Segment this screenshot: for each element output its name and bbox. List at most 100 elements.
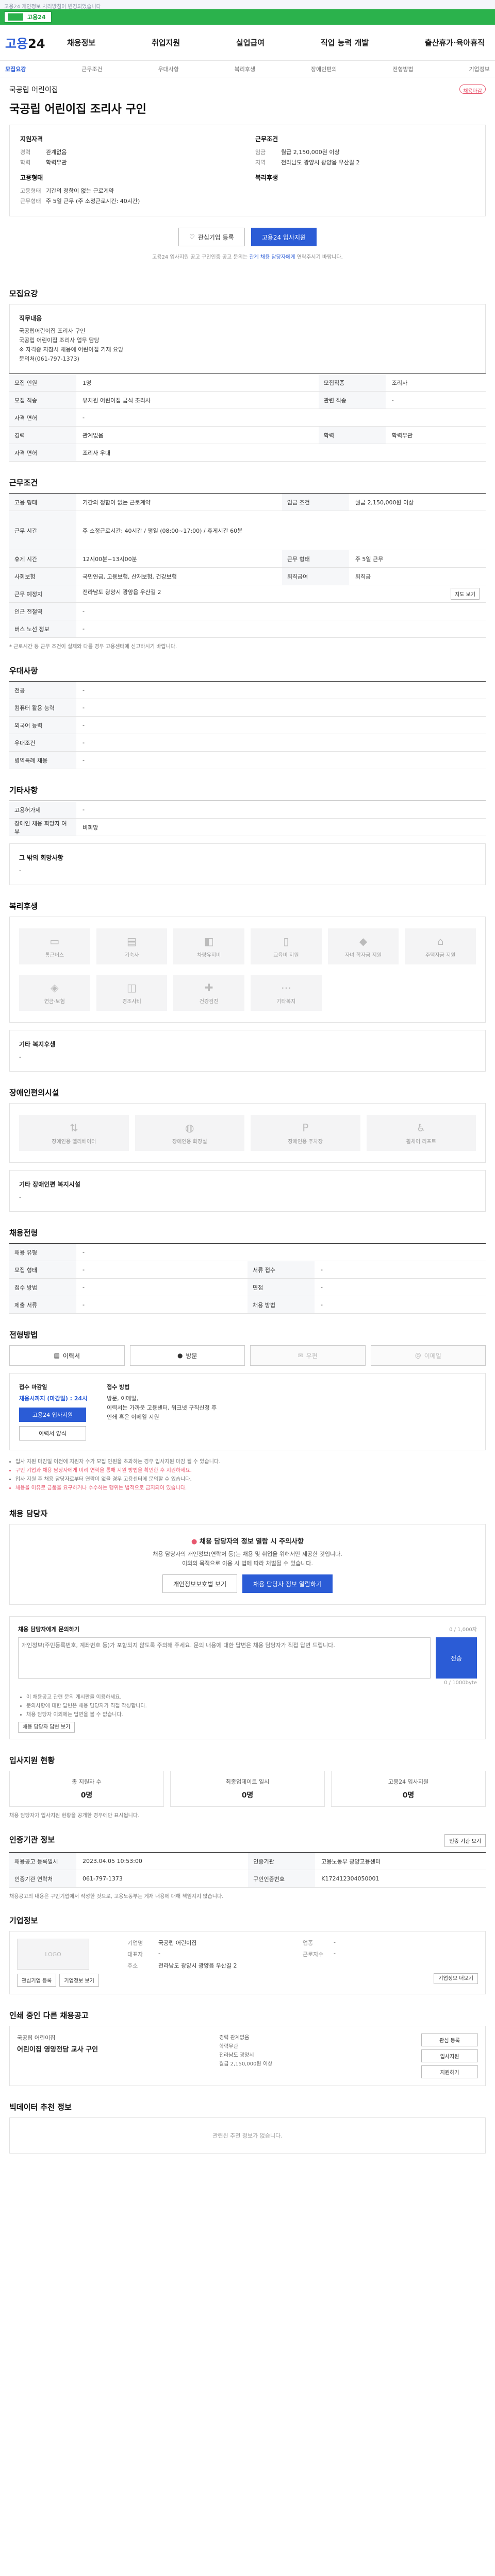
apply-button[interactable]: 고용24 입사지원 (251, 228, 317, 246)
section-title-work: 근무조건 (9, 478, 38, 487)
table-row: 제출 서류 - 채용 방법 - (9, 1296, 486, 1314)
table-key: 모집직종 (318, 374, 386, 392)
summary-right2: 복리후생 (255, 173, 475, 207)
privacy-law-button[interactable]: 개인정보보호법 보기 (162, 1574, 238, 1593)
send-button[interactable]: 전송 (436, 1637, 477, 1679)
qna-input[interactable] (18, 1637, 431, 1679)
stat-card: 고용24 입사지원 0명 (331, 1771, 486, 1807)
company-more-button[interactable]: 기업정보 더보기 (434, 1973, 478, 1984)
tab-company[interactable]: 기업정보 (469, 65, 489, 73)
gnb-item-support[interactable]: 취업지원 (146, 37, 185, 48)
method-mail: ✉ 우편 (250, 1345, 366, 1366)
method-bullets: 입사 지원 마감일 이전에 지원자 수가 모집 인원을 초과하는 경우 입사지원… (0, 1450, 495, 1493)
section-title-other: 인쇄 중인 다른 채용공고 (9, 2011, 89, 2020)
method-text: 방문, 이메일, 이력서는 가까운 고용센터, 워크넷 구직신청 후 인쇄 혹은… (107, 1395, 217, 1420)
tab-method[interactable]: 전형방법 (392, 65, 413, 73)
disabled-label: 휠체어 리프트 (406, 1139, 436, 1145)
tab-welfare[interactable]: 복리후생 (235, 65, 255, 73)
gnb-item-benefit[interactable]: 실업급여 (231, 37, 270, 48)
company-key: 근로자수 (303, 1951, 324, 1958)
tab-work[interactable]: 근무조건 (81, 65, 102, 73)
method-visit[interactable]: ● 방문 (129, 1345, 245, 1366)
table-key: 퇴직급여 (282, 567, 349, 585)
table-key: 면접 (248, 1278, 315, 1296)
qna-more-button[interactable]: 채용 담당자 답변 보기 (18, 1722, 75, 1733)
summary-value: 주 5일 근무 (주 소정근로시간: 40시간) (46, 198, 140, 205)
apply-online-button[interactable]: 고용24 입사지원 (19, 1408, 86, 1422)
table-value: - (315, 1278, 486, 1296)
table-key: 근무 시간 (9, 511, 76, 550)
other-job-card[interactable]: 국공립 어린이집 어린이집 영양전담 교사 구인 경력 관계없음 학력무관 전라… (9, 2026, 486, 2086)
meta-item: 월급 2,150,000원 이상 (219, 2061, 273, 2067)
summary-row: 지역 전라남도 광양시 광양읍 우산길 2 (255, 158, 475, 168)
duty-line: 국공립어린이집 조리사 구인 (19, 328, 86, 334)
qna-box: 채용 담당자에게 문의하기0 / 1,000자 전송 0 / 1000byte … (9, 1616, 486, 1739)
other-job-title[interactable]: 어린이집 영양전담 교사 구인 (17, 2044, 214, 2054)
gnb-item-jobs[interactable]: 채용정보 (62, 37, 101, 48)
other-interest-button[interactable]: 관심 등록 (421, 2033, 478, 2046)
map-button[interactable]: 지도 보기 (451, 588, 480, 600)
etc-box: 그 밖의 회망사항 - (9, 843, 486, 885)
table-value: 조리사 우대 (76, 444, 486, 462)
table-value: 조리사 (385, 374, 486, 392)
method-email: @ 이메일 (370, 1345, 486, 1366)
provider-button[interactable]: 인증 기관 보기 (444, 1834, 486, 1847)
deadline-value: 채용시까지 (마감일) : 24시 (19, 1395, 88, 1402)
work-table: 고용 형태 기간의 정함이 없는 근로계약 임금 조건 월급 2,150,000원 이… (9, 493, 486, 638)
site-logo[interactable]: 고용24 (5, 33, 62, 52)
method-resume[interactable]: ▤ 이력서 (9, 1345, 125, 1366)
table-value: 국민연금, 고용보험, 산재보험, 건강보험 (76, 567, 282, 585)
other-detail-button[interactable]: 지원하기 (421, 2065, 478, 2078)
summary-row: 임금 월급 2,150,000원 이상 (255, 147, 475, 158)
table-value: 고용노동부 광양고용센터 (315, 1852, 486, 1870)
interest-company-button[interactable]: ♡ 관심기업 등록 (178, 228, 245, 246)
company-view-button[interactable]: 기업정보 보기 (59, 1974, 99, 1987)
tab-disabled[interactable]: 장애인편의 (311, 65, 337, 73)
global-nav: 채용정보 취업지원 실업급여 직업 능력 개발 출산휴가·육아휴직 (62, 37, 490, 48)
heart-icon: ♡ (189, 233, 195, 241)
section-provider-header: 인증기관 정보 인증 기관 보기 (0, 1819, 495, 1852)
table-row: 외국어 능력 - (9, 716, 486, 734)
company-detail-col: 기업명 국공립 어린이집 업종 - 대표자 - 근로자수 - 주소 전라남도 광양시 광양읍 … (127, 1939, 478, 1987)
table-value: 비희망 (76, 818, 486, 836)
method-buttons: ▤ 이력서 ● 방문 ✉ 우편 @ 이메일 (9, 1345, 486, 1366)
table-key: 고용허가제 (9, 801, 76, 819)
tab-recruit[interactable]: 모집요강 (5, 65, 26, 73)
logo-num: 24 (28, 37, 45, 51)
apply-note-link[interactable]: 관계 채용 담당자에게 (249, 255, 295, 260)
summary-left2: 고용형태 고용형태 기간의 정함이 없는 근로계약 근무형태 주 5일 근무 (주 … (20, 173, 240, 207)
table-value: 주 5일 근무 (349, 550, 486, 568)
stat-label: 총 지원자 수 (72, 1778, 102, 1785)
apply-info: 접수 마감일 채용시까지 (마감일) : 24시 고용24 입사지원 이력서 양… (9, 1373, 486, 1450)
section-title-selection: 채용전형 (9, 1228, 38, 1238)
tab-prefer[interactable]: 우대사항 (158, 65, 178, 73)
company-value: - (334, 1939, 336, 1945)
gnb-item-leave[interactable]: 출산휴가·육아휴직 (420, 37, 490, 48)
table-row: 경력 관계없음 학력 학력무관 (9, 426, 486, 444)
table-value: - (76, 620, 486, 638)
section-title-prefer: 우대사항 (9, 666, 38, 675)
qna-more-row: 채용 담당자 답변 보기 (18, 1722, 477, 1733)
table-row: 사회보험 국민연금, 고용보험, 산재보험, 건강보험 퇴직급여 퇴직금 (9, 567, 486, 585)
welfare-label: 기숙사 (124, 952, 139, 958)
table-key: 학력 (318, 426, 386, 444)
section-title-bottom: 빅데이터 추천 정보 (9, 2103, 72, 2112)
gnb-item-training[interactable]: 직업 능력 개발 (316, 37, 374, 48)
welfare-label: 통근버스 (45, 952, 64, 958)
summary-key: 임금 (255, 149, 266, 156)
resume-form-button[interactable]: 이력서 양식 (19, 1426, 86, 1440)
table-key: 서류 접수 (248, 1261, 315, 1279)
table-row: 모집 인원 1명 모집직종 조리사 (9, 374, 486, 392)
disabled-icons: ⇅ 장애인용 엘리베이터 ◍ 장애인용 화장실 P 장애인용 주차장 ♿ 휠체어 리프트 (19, 1113, 476, 1153)
contact-warning-text: 채용 담당자의 정보 열람 시 주의사항 (199, 1538, 304, 1546)
welfare-item: ✚ 건강검진 (173, 975, 244, 1011)
banner-chip[interactable]: 고용24 (4, 11, 52, 23)
table-key: 휴게 시간 (9, 550, 76, 568)
summary-key: 학력 (20, 159, 31, 166)
etc-table: 고용허가제 - 장애인 채용 희망자 여부 비희망 (9, 801, 486, 836)
table-value: - (76, 602, 486, 620)
other-apply-button[interactable]: 입사지원 (421, 2049, 478, 2062)
apply-note: 고용24 입사지원 공고 구인인증 공고 문의는 관계 채용 담당자에게 연락주… (0, 252, 495, 273)
company-interest-button[interactable]: 관심기업 등록 (17, 1974, 57, 1987)
view-contact-button[interactable]: 채용 담당자 정보 열람하기 (242, 1574, 333, 1593)
